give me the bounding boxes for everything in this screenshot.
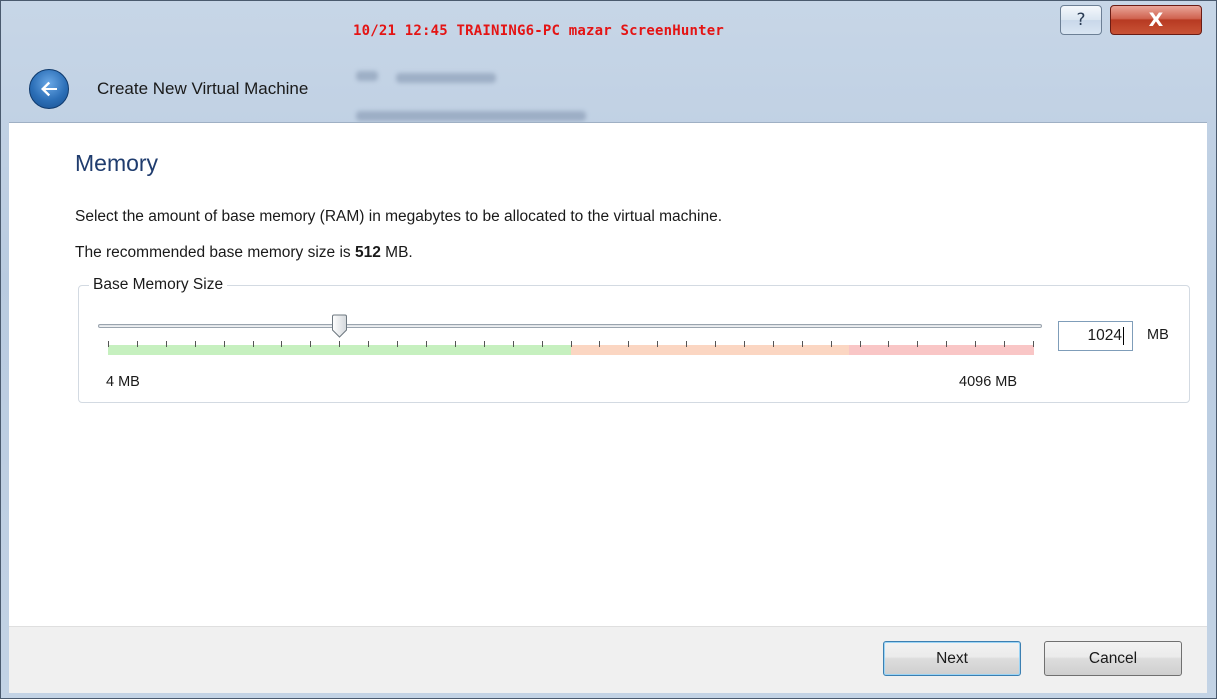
slider-tick (715, 341, 716, 347)
recommend-unit: MB. (385, 244, 413, 261)
page-title: Memory (75, 150, 159, 176)
base-memory-group: Base Memory Size 4 MB 4096 MB 1024 MB (78, 276, 1190, 403)
cancel-button[interactable]: Cancel (1044, 641, 1182, 676)
slider-tick (426, 341, 427, 347)
slider-tick (339, 341, 340, 347)
slider-tick (975, 341, 976, 347)
slider-tick (599, 341, 600, 347)
screenhunter-caption: 10/21 12:45 TRAINING6-PC mazar ScreenHun… (353, 23, 725, 39)
slider-tick (860, 341, 861, 347)
slider-tick (310, 341, 311, 347)
slider-tick (628, 341, 629, 347)
recommend-value: 512 (354, 244, 381, 261)
back-button[interactable] (29, 69, 69, 109)
memory-size-input[interactable]: 1024 (1058, 321, 1133, 351)
slider-tick (802, 341, 803, 347)
close-button[interactable]: X (1110, 5, 1202, 35)
min-memory-label: 4 MB (106, 374, 140, 390)
memory-size-value: 1024 (1087, 327, 1122, 344)
close-icon: X (1148, 9, 1164, 31)
background-blur (356, 111, 586, 121)
slider-tick (281, 341, 282, 347)
slider-tick (253, 341, 254, 347)
memory-ticks (108, 341, 1034, 347)
slider-tick (108, 341, 109, 347)
slider-tick (484, 341, 485, 347)
slider-tick (946, 341, 947, 347)
text-caret (1123, 326, 1124, 345)
slider-tick (831, 341, 832, 347)
slider-tick (513, 341, 514, 347)
next-button[interactable]: Next (883, 641, 1021, 676)
background-blur (356, 71, 378, 81)
slider-tick (397, 341, 398, 347)
slider-tick (888, 341, 889, 347)
slider-tick (542, 341, 543, 347)
slider-tick (773, 341, 774, 347)
slider-thumb-icon (332, 314, 347, 338)
wizard-footer: Next Cancel (9, 626, 1207, 693)
wizard-title: Create New Virtual Machine (97, 79, 309, 98)
back-arrow-icon (41, 81, 57, 97)
slider-tick (455, 341, 456, 347)
slider-tick (1033, 341, 1034, 347)
wizard-page: Memory Select the amount of base memory … (9, 122, 1207, 627)
wizard-window: 10/21 12:45 TRAINING6-PC mazar ScreenHun… (0, 0, 1217, 699)
help-icon: ? (1076, 10, 1086, 30)
slider-tick (224, 341, 225, 347)
recommended-memory-text: The recommended base memory size is 512 … (75, 244, 413, 262)
help-button[interactable]: ? (1060, 5, 1102, 35)
slider-tick (686, 341, 687, 347)
memory-slider-thumb[interactable] (331, 314, 348, 338)
slider-tick (571, 341, 572, 347)
slider-tick (195, 341, 196, 347)
page-description: Select the amount of base memory (RAM) i… (75, 208, 723, 225)
memory-slider-track[interactable] (98, 324, 1042, 328)
slider-tick (744, 341, 745, 347)
memory-unit-label: MB (1147, 327, 1169, 343)
slider-tick (166, 341, 167, 347)
slider-tick (1004, 341, 1005, 347)
group-label: Base Memory Size (89, 276, 228, 294)
slider-tick (368, 341, 369, 347)
max-memory-label: 4096 MB (959, 374, 1018, 390)
slider-tick (137, 341, 138, 347)
slider-tick (657, 341, 658, 347)
background-blur (396, 73, 496, 83)
slider-tick (917, 341, 918, 347)
recommend-prefix: The recommended base memory size is (75, 244, 351, 261)
